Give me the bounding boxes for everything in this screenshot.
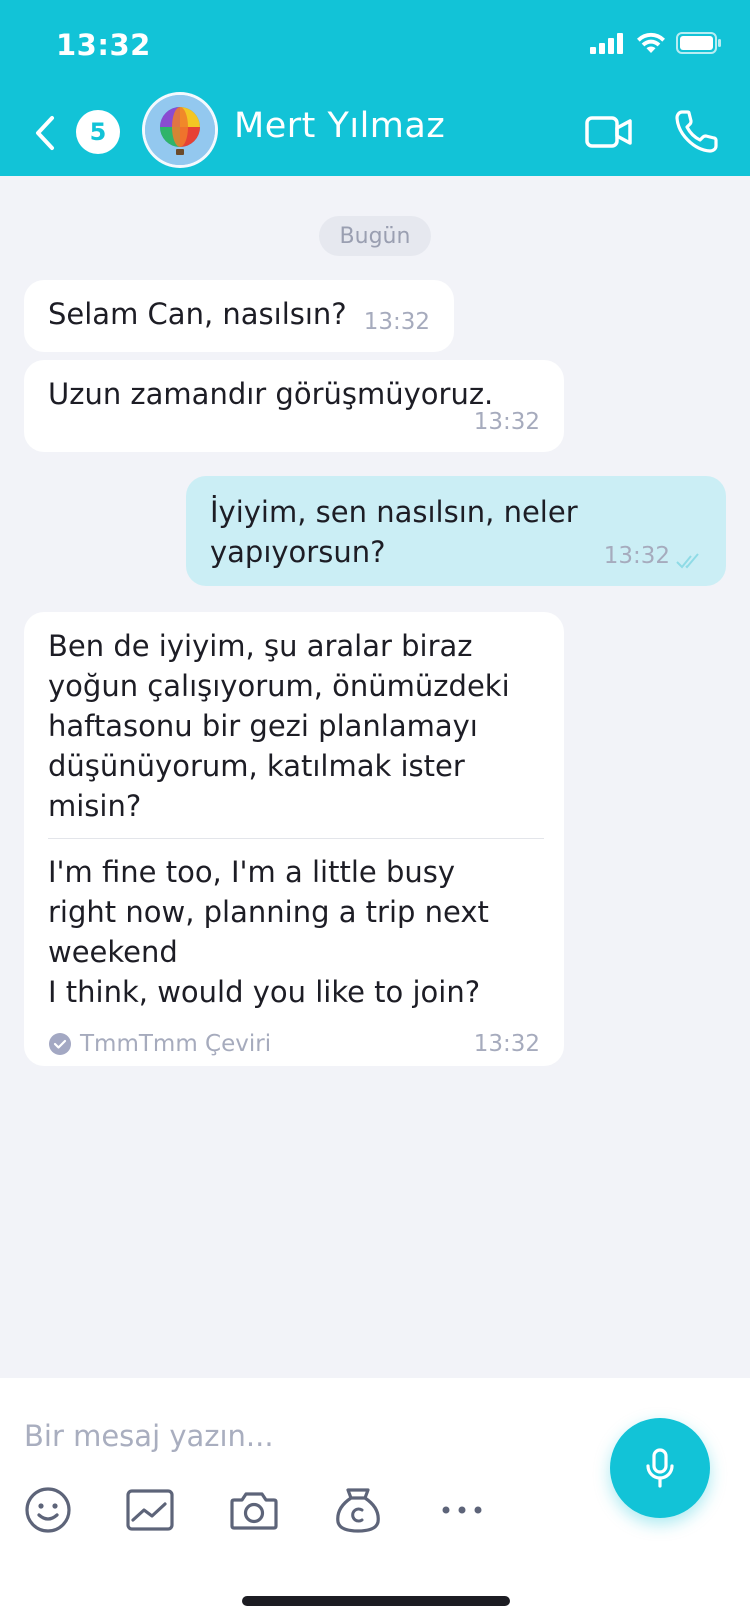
emoji-icon[interactable]: [22, 1484, 74, 1536]
avatar[interactable]: [142, 92, 218, 168]
message-input[interactable]: [24, 1408, 564, 1464]
message-time: 13:32: [603, 543, 670, 569]
check-circle-icon: [49, 1033, 71, 1055]
message-text: Uzun zamandır görüşmüyoruz.: [48, 377, 494, 411]
gallery-icon[interactable]: [124, 1484, 176, 1536]
cellular-signal-icon: [590, 33, 623, 54]
wifi-icon: [637, 32, 665, 53]
chat-header: 13:32 5 Mert Yılmaz: [0, 0, 750, 176]
read-receipt-icon: [676, 553, 699, 569]
back-icon[interactable]: [30, 112, 60, 154]
message-text: İyiyim, sen nasılsın, neler yapıyorsun?: [210, 495, 578, 569]
message-text: Ben de iyiyim, şu aralar biraz yoğun çal…: [48, 629, 510, 823]
outgoing-message[interactable]: İyiyim, sen nasılsın, neler yapıyorsun? …: [186, 476, 726, 586]
message-time: 13:32: [473, 1031, 540, 1057]
date-separator: Bugün: [319, 216, 431, 256]
incoming-message[interactable]: Uzun zamandır görüşmüyoruz. 13:32: [24, 360, 564, 452]
translation-text: I'm fine too, I'm a little busy right no…: [48, 855, 489, 1009]
status-icons: [590, 32, 722, 54]
video-call-icon[interactable]: [584, 110, 634, 154]
message-text: Selam Can, nasılsın?: [48, 297, 347, 331]
battery-icon: [676, 32, 721, 54]
unread-badge[interactable]: 5: [76, 110, 120, 154]
microphone-icon: [646, 1448, 674, 1488]
composer: [0, 1378, 750, 1624]
hot-air-balloon-icon: [145, 95, 215, 165]
incoming-message-translated[interactable]: Ben de iyiyim, şu aralar biraz yoğun çal…: [24, 612, 564, 1066]
message-time: 13:32: [473, 409, 540, 435]
more-icon[interactable]: [436, 1484, 488, 1536]
message-time: 13:32: [363, 309, 430, 335]
nav-bar: 5 Mert Yılmaz: [0, 92, 750, 172]
phone-icon[interactable]: [674, 108, 720, 154]
incoming-message[interactable]: Selam Can, nasılsın? 13:32: [24, 280, 454, 352]
translation-source-label: TmmTmm Çeviri: [80, 1031, 272, 1057]
translation-divider: [48, 838, 544, 839]
home-indicator: [242, 1596, 510, 1606]
camera-icon[interactable]: [228, 1484, 280, 1536]
status-time: 13:32: [56, 28, 151, 62]
translation-source: TmmTmm Çeviri: [48, 1024, 271, 1064]
money-bag-icon[interactable]: [332, 1484, 384, 1536]
microphone-button[interactable]: [610, 1418, 710, 1518]
contact-name[interactable]: Mert Yılmaz: [234, 106, 445, 146]
